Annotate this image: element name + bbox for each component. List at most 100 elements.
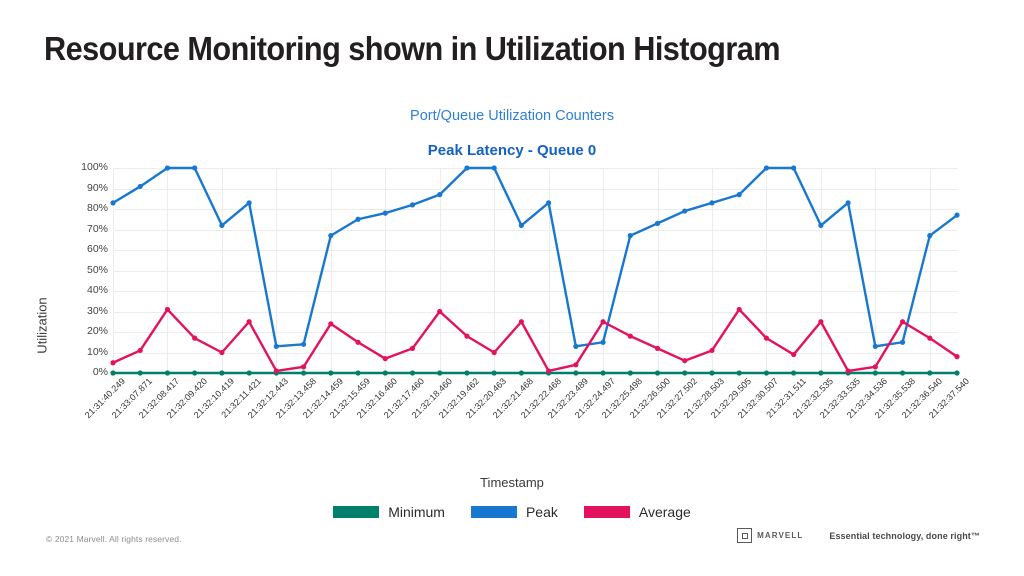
data-point [682,370,688,376]
data-point [763,165,770,171]
data-point [791,165,797,171]
data-point [491,370,497,376]
data-point [328,321,334,327]
y-tick-label: 10% [86,345,108,358]
data-point [899,319,906,325]
data-point [437,370,443,376]
marvell-wordmark: MARVELL [757,531,804,540]
marvell-logo: MARVELL [737,528,803,543]
legend-label: Minimum [388,504,445,520]
data-point [273,343,279,349]
data-point [273,368,279,374]
utilization-chart: Port/Queue Utilization Counters Peak Lat… [0,100,1024,520]
plot-wrapper: Utilization 0% 10% 20% 30% 40% 50% 60% 70% 80% 90… [0,100,1024,510]
data-point [409,345,416,351]
data-point [110,200,116,206]
data-point [137,370,143,376]
data-point [872,370,878,376]
data-point [164,306,171,313]
data-point [872,364,878,370]
data-point [872,343,878,349]
data-point [110,370,116,376]
data-point [518,222,524,228]
series-minimum [110,370,960,376]
data-point [437,192,443,198]
data-point [709,200,715,206]
data-point [464,370,470,376]
data-point [246,370,252,376]
data-point [409,370,416,376]
x-axis-ticks: 21:31:40.249 21:33:07.871 21:32:08.417 21:3… [83,376,971,486]
data-point [219,349,225,356]
data-point [654,220,661,226]
data-point [382,370,388,376]
data-point [219,222,225,228]
data-point [137,347,143,354]
y-tick-label: 0% [92,366,108,378]
data-point [600,339,606,345]
legend-item-minimum[interactable]: Minimum [333,504,445,520]
data-point [573,370,579,376]
data-point [518,370,524,376]
y-axis-title: Utilization [34,297,50,354]
data-point [682,208,688,214]
data-point [954,370,960,376]
data-point [954,212,960,218]
legend-item-average[interactable]: Average [583,504,691,520]
brand-group: MARVELL Essential technology, done right… [737,528,980,543]
data-point [709,370,715,376]
data-point [110,360,116,366]
y-axis-ticks: 0% 10% 20% 30% 40% 50% 60% 70% 80% 90% 100% [66,100,108,510]
y-tick-label: 90% [86,181,108,194]
data-point [818,222,824,228]
legend-swatch [583,506,630,518]
y-tick-label: 60% [86,243,108,255]
data-point [845,200,851,206]
page-title: Resource Monitoring shown in Utilization… [44,30,781,67]
data-point [845,368,851,374]
data-point [328,370,334,376]
data-point [518,319,524,325]
data-point [927,370,933,376]
brand-tagline: Essential technology, done right™ [829,530,980,541]
series-average [110,306,960,374]
data-point [464,333,470,339]
data-point [300,341,307,347]
y-tick-label: 70% [86,222,108,235]
data-point [654,370,661,376]
data-point [219,370,225,376]
data-point [464,165,470,171]
data-point [736,192,742,198]
data-point [355,339,361,345]
data-point [355,370,361,376]
data-point [192,370,198,376]
slide-footer: © 2021 Marvell. All rights reserved. MAR… [0,520,1024,576]
data-point [818,370,824,376]
y-tick-label: 100% [81,161,108,173]
data-point [927,233,933,239]
legend-swatch [470,506,517,518]
data-point [137,183,143,190]
data-point [355,216,361,222]
data-point [627,333,633,339]
marvell-logo-inner-square [741,532,748,539]
data-point [164,370,171,376]
data-point [927,335,933,341]
legend-item-peak[interactable]: Peak [470,504,558,520]
legend-label: Peak [525,504,558,520]
data-point [654,345,661,351]
data-point [192,335,198,341]
data-point [818,319,824,325]
series-canvas [110,165,960,376]
plot-area [110,165,960,376]
data-point [954,354,960,360]
data-point [736,306,742,313]
y-tick-label: 30% [86,304,108,317]
data-point [600,319,606,325]
data-point [763,335,770,341]
slide-root: Resource Monitoring shown in Utilization… [0,0,1024,576]
data-point [899,370,906,376]
data-point [600,370,606,376]
legend-label: Average [638,504,691,520]
data-point [328,233,334,239]
